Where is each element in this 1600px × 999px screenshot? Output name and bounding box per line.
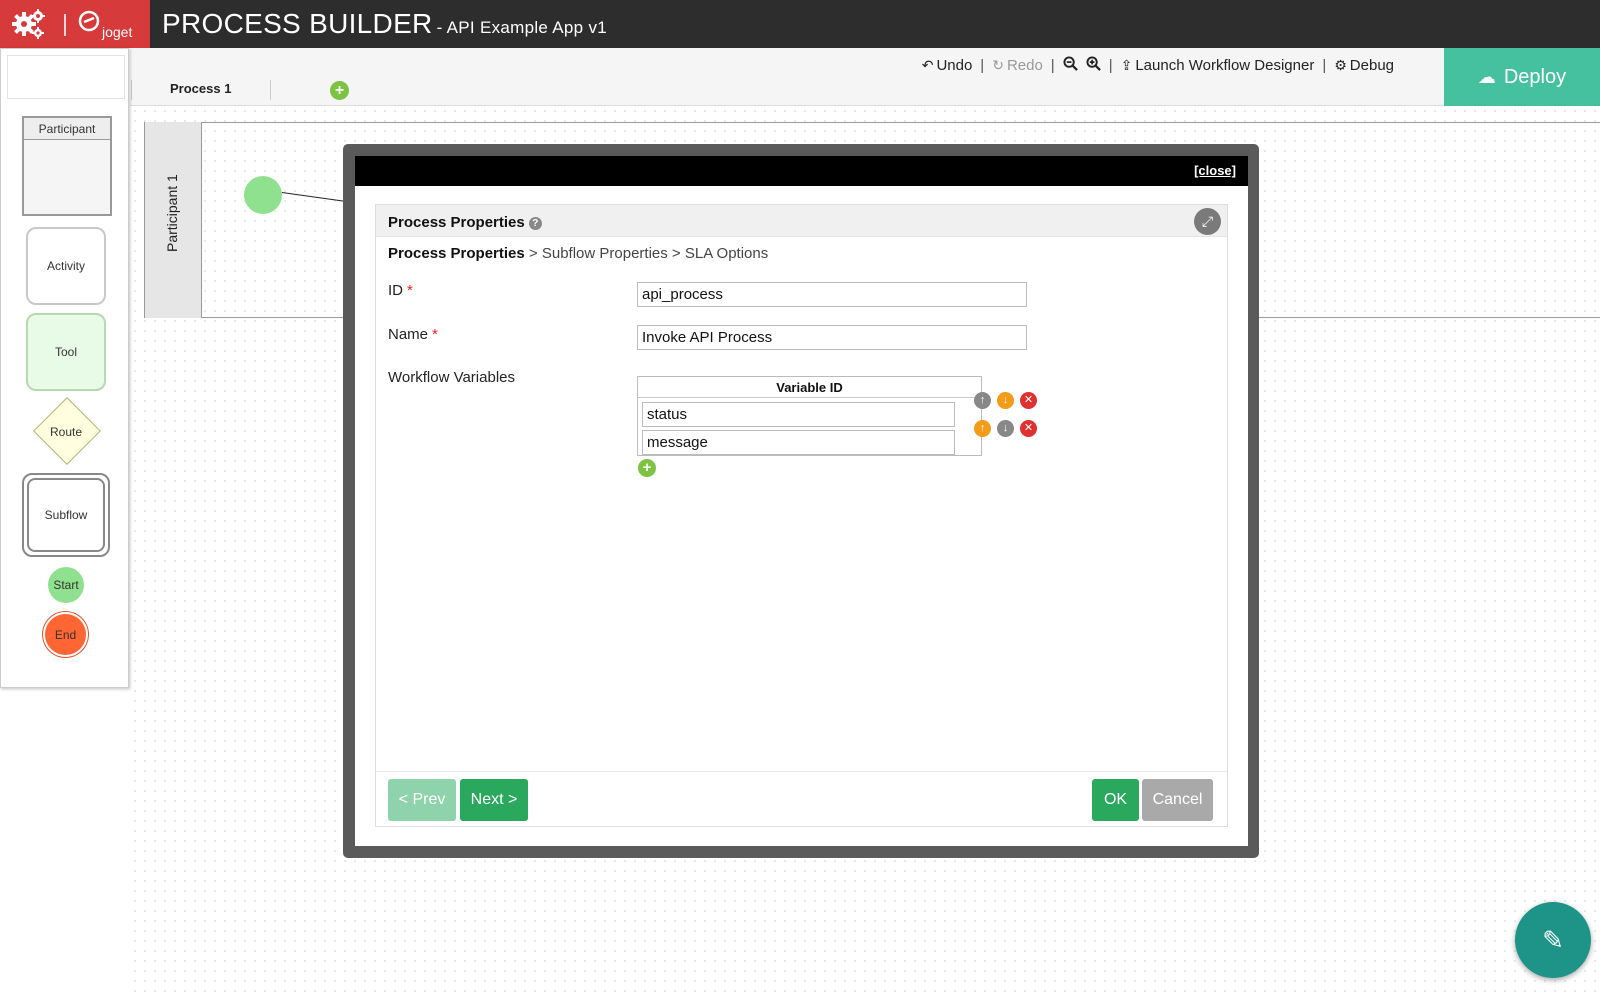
palette-participant[interactable]: Participant (22, 116, 112, 216)
name-label-text: Name (388, 326, 429, 343)
brand-text: joget (102, 24, 133, 40)
title-subtitle: - API Example App v1 (436, 18, 607, 37)
pencil-icon: ✎ (1542, 925, 1564, 955)
breadcrumb-subflow[interactable]: > Subflow Properties (529, 245, 668, 262)
required-marker: * (432, 326, 438, 343)
ok-button[interactable]: OK (1092, 779, 1139, 821)
redo-label: Redo (1006, 56, 1043, 74)
breadcrumb-sla[interactable]: > SLA Options (672, 245, 768, 262)
undo-icon: ↶ (921, 56, 934, 73)
dialog-titlebar: [close] (355, 156, 1248, 186)
tab-divider (270, 80, 271, 100)
separator: | (1108, 56, 1113, 74)
palette-activity[interactable]: Activity (26, 227, 106, 305)
zoom-out-icon (1063, 55, 1078, 71)
workflow-variables-label: Workflow Variables (388, 369, 515, 386)
palette-tool-label: Tool (54, 345, 77, 359)
undo-button[interactable]: ↶ Undo (922, 57, 973, 74)
separator: | (1322, 56, 1327, 74)
delete-row-icon[interactable]: ✕ (1020, 392, 1037, 409)
panel-header: Process Properties? ⤢ (376, 205, 1227, 237)
participant-lane-label: Participant 1 (164, 174, 180, 252)
debug-button[interactable]: ⚙ Debug (1334, 57, 1394, 74)
move-down-icon[interactable]: ↓ (997, 420, 1014, 437)
palette-route[interactable]: Route (31, 417, 101, 447)
palette-search-box[interactable] (7, 55, 125, 99)
palette-end[interactable]: End (43, 612, 88, 657)
close-dialog-link[interactable]: [close] (1194, 163, 1236, 178)
panel-title-text: Process Properties (388, 214, 525, 231)
cloud-upload-icon: ☁ (1477, 66, 1496, 87)
palette-start-label: Start (53, 578, 79, 592)
properties-panel: Process Properties? ⤢ Process Properties… (375, 204, 1228, 827)
logo[interactable]: joget (0, 0, 150, 48)
tab-divider (131, 80, 132, 100)
name-label: Name * (388, 326, 438, 343)
delete-row-icon[interactable]: ✕ (1020, 420, 1037, 437)
id-label: ID * (388, 282, 413, 299)
prev-button[interactable]: < Prev (388, 779, 456, 821)
move-down-icon[interactable]: ↓ (997, 392, 1014, 409)
help-icon[interactable]: ? (528, 217, 542, 230)
panel-title: Process Properties? (388, 214, 542, 231)
element-palette: Participant Activity Tool Route Subflow … (0, 48, 129, 688)
launch-designer-label: Launch Workflow Designer (1135, 56, 1315, 74)
edit-floating-button[interactable]: ✎ (1515, 902, 1591, 978)
redo-button[interactable]: ↻ Redo (992, 57, 1043, 74)
logo-divider (64, 14, 66, 36)
gear-icon (12, 9, 45, 39)
launch-designer-button[interactable]: ⇪ Launch Workflow Designer (1121, 57, 1315, 74)
add-variable-button[interactable]: + (638, 459, 656, 477)
variable-input-status[interactable] (642, 402, 955, 427)
expand-icon[interactable]: ⤢ (1194, 208, 1221, 235)
zoom-in-button[interactable] (1086, 55, 1101, 75)
add-process-button[interactable]: + (330, 81, 349, 100)
required-marker: * (407, 282, 413, 299)
debug-label: Debug (1349, 56, 1394, 74)
tab-process-1[interactable]: Process 1 (170, 81, 231, 96)
cog-icon: ⚙ (1334, 56, 1347, 73)
breadcrumb-current[interactable]: Process Properties (388, 245, 525, 262)
palette-subflow[interactable]: Subflow (22, 473, 110, 557)
palette-tool[interactable]: Tool (26, 313, 106, 391)
cancel-button[interactable]: Cancel (1142, 779, 1213, 821)
zoom-out-button[interactable] (1063, 55, 1078, 75)
separator: | (980, 56, 985, 74)
separator: | (1050, 56, 1055, 74)
deploy-button[interactable]: ☁ Deploy (1444, 48, 1600, 106)
palette-activity-label: Activity (46, 259, 85, 273)
palette-subflow-inner: Subflow (27, 478, 105, 552)
panel-footer-divider (376, 771, 1227, 772)
start-node[interactable] (244, 176, 282, 214)
id-field[interactable] (637, 282, 1027, 307)
deploy-label: Deploy (1503, 65, 1567, 88)
palette-subflow-label: Subflow (44, 508, 88, 522)
variable-id-header: Variable ID (638, 377, 981, 398)
move-up-icon[interactable]: ↑ (974, 420, 991, 437)
variable-input-message[interactable] (642, 430, 955, 455)
breadcrumb: Process Properties > Subflow Properties … (388, 245, 768, 262)
move-up-icon[interactable]: ↑ (974, 392, 991, 409)
undo-label: Undo (936, 56, 973, 74)
palette-participant-label: Participant (24, 118, 110, 140)
redo-icon: ↻ (992, 56, 1004, 73)
zoom-in-icon (1086, 55, 1101, 71)
next-button[interactable]: Next > (460, 779, 528, 821)
palette-start[interactable]: Start (48, 567, 84, 603)
name-field[interactable] (637, 325, 1027, 350)
joget-logo-icon (78, 10, 100, 32)
palette-route-label: Route (49, 425, 83, 439)
upload-icon: ⇪ (1120, 56, 1133, 73)
palette-end-label: End (54, 627, 77, 642)
title-main: PROCESS BUILDER (162, 8, 433, 39)
id-label-text: ID (388, 282, 403, 299)
workflow-variables-table: Variable ID (637, 376, 982, 456)
app-header: joget PROCESS BUILDER - API Example App v… (0, 0, 1600, 48)
toolbar-actions: ↶ Undo | ↻ Redo | | ⇪ Launch Workflow Desig… (922, 55, 1394, 75)
page-title: PROCESS BUILDER - API Example App v1 (162, 8, 607, 40)
